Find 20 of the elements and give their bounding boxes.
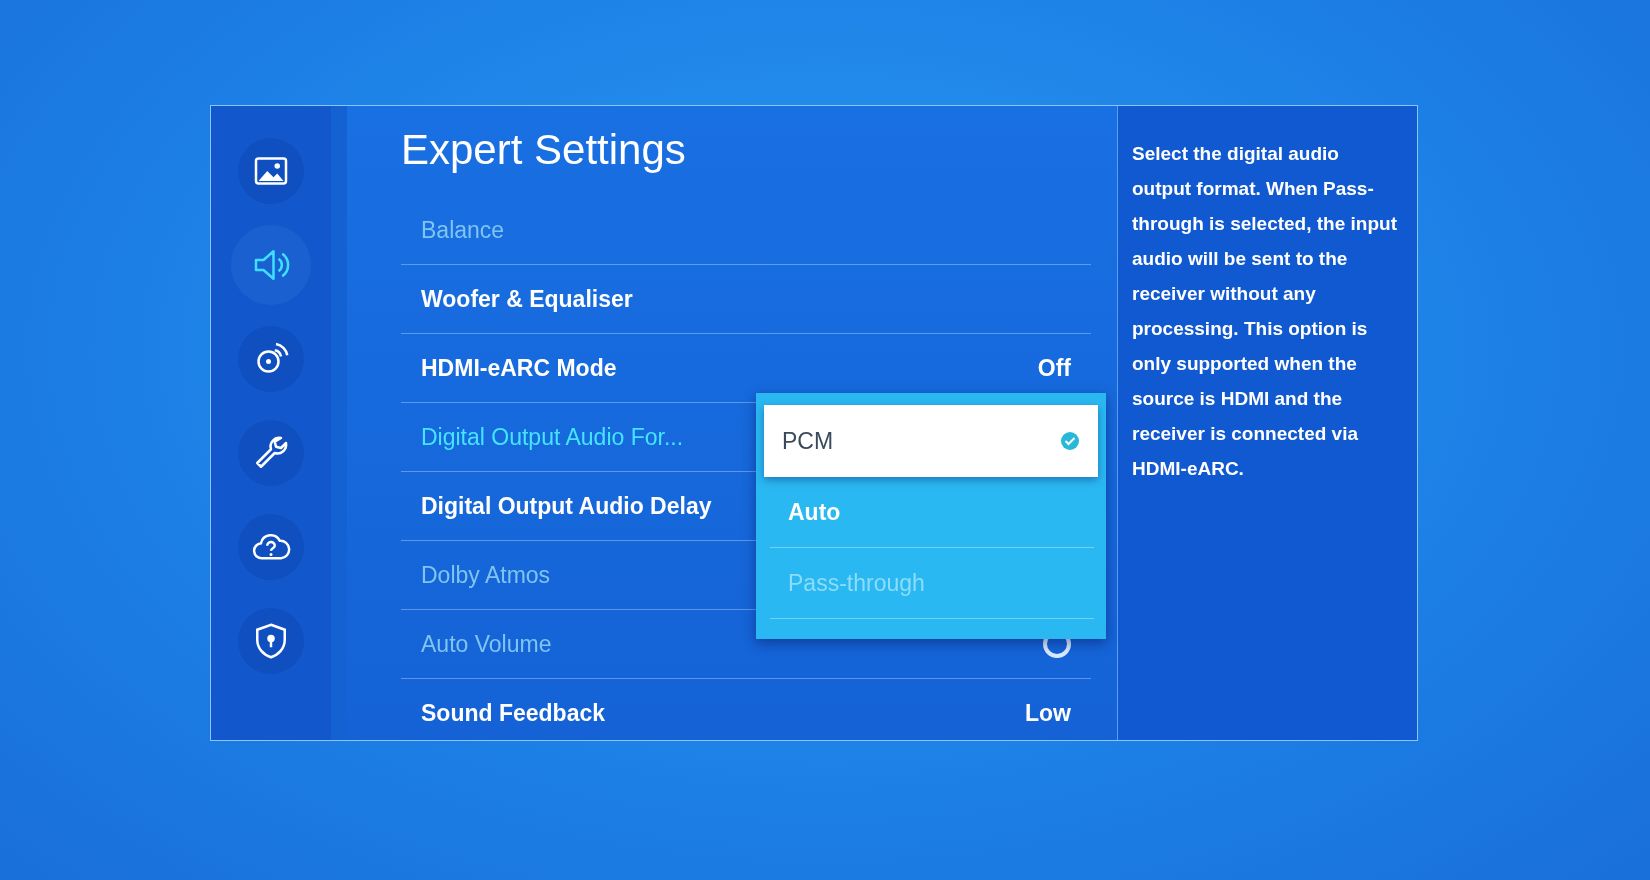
option-label: Pass-through bbox=[788, 569, 925, 597]
checkmark-icon bbox=[1060, 431, 1080, 451]
menu-item-label: Dolby Atmos bbox=[421, 561, 551, 589]
menu-item-label: Digital Output Audio For... bbox=[421, 423, 684, 451]
menu-item-label: Digital Output Audio Delay bbox=[421, 492, 712, 520]
screen-title: Expert Settings bbox=[401, 126, 687, 174]
menu-item-label: Sound Feedback bbox=[421, 699, 606, 727]
menu-item[interactable]: Sound Feedback Low bbox=[401, 679, 1091, 740]
menu-item-label: Auto Volume bbox=[421, 630, 552, 658]
menu-item-value: Low bbox=[1025, 699, 1071, 727]
option-label: PCM bbox=[782, 427, 834, 455]
help-text: Select the digital audio output format. When Pass-through is selected, the input audio will be sent to the receiver without any processing. This option is only supported when the source is HDMI and the receiver is connected via HDMI-eARC. bbox=[1117, 106, 1417, 740]
dropdown-option[interactable]: PCM bbox=[764, 405, 1098, 477]
menu-item-value: Off bbox=[1037, 354, 1071, 382]
menu-item-label: HDMI-eARC Mode bbox=[421, 354, 617, 382]
menu-item[interactable]: Woofer & Equaliser bbox=[401, 265, 1091, 334]
menu-item-label: Balance bbox=[421, 216, 505, 244]
option-label: Auto bbox=[788, 498, 841, 526]
dropdown-option[interactable]: Auto bbox=[770, 477, 1094, 548]
menu-item-label: Woofer & Equaliser bbox=[421, 285, 633, 313]
